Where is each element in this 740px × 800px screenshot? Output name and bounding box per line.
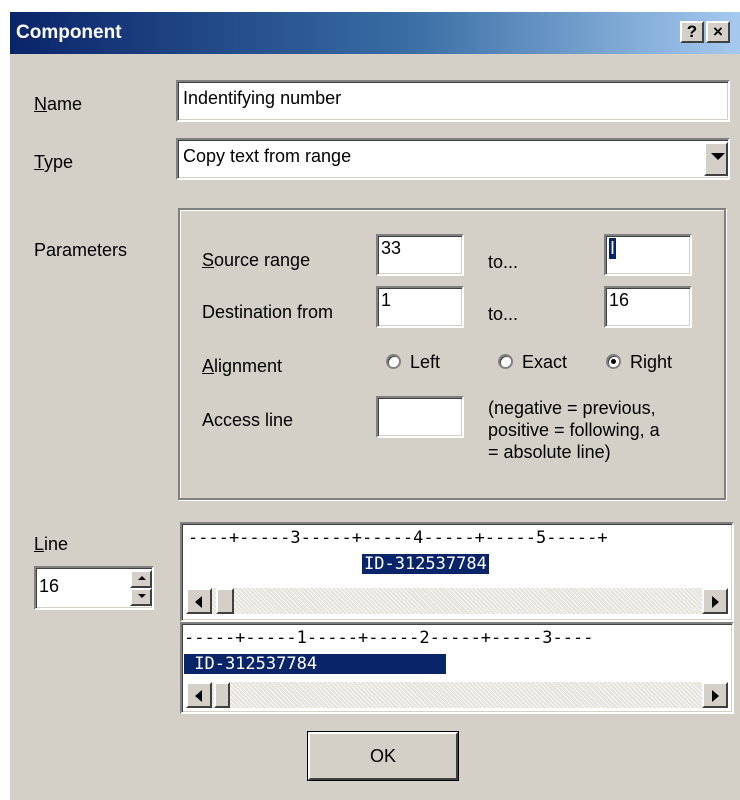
radio-left-label: Left <box>410 352 441 372</box>
destination-to-label: to... <box>488 304 519 324</box>
dialog-title: Component <box>16 22 122 43</box>
component-dialog: Component ? × Name Indentifying number T… <box>8 10 740 800</box>
selection-top[interactable]: ID-312537784 <box>362 554 489 574</box>
spin-down-button[interactable] <box>130 588 152 606</box>
scroll-left-button-bottom[interactable] <box>186 682 212 708</box>
close-button[interactable]: × <box>706 21 730 43</box>
access-line-label: Access line <box>202 410 294 430</box>
title-bar[interactable]: Component ? × <box>10 12 740 54</box>
chevron-down-icon <box>711 153 725 160</box>
source-from-input[interactable]: 33 <box>376 234 464 276</box>
preview-top-pane: ----+-----3-----+-----4-----+-----5-----… <box>180 522 734 622</box>
radio-right-label: Right <box>630 352 673 372</box>
source-to-label: to... <box>488 252 519 272</box>
scrollbar-top[interactable] <box>186 588 728 614</box>
type-select[interactable]: Copy text from range <box>176 138 730 180</box>
arrow-left-icon <box>195 690 202 702</box>
arrow-left-icon <box>195 596 202 608</box>
dropdown-button[interactable] <box>704 142 728 176</box>
access-line-input[interactable] <box>376 396 464 438</box>
selection-bottom[interactable]: ID-312537784 <box>184 654 446 674</box>
scroll-thumb-bottom[interactable] <box>214 682 230 708</box>
destination-from-input[interactable]: 1 <box>376 286 464 328</box>
arrow-down-icon <box>138 594 146 598</box>
line-spinner[interactable]: 16 <box>34 566 154 610</box>
source-to-input[interactable]: I <box>604 234 692 276</box>
parameters-label: Parameters <box>34 240 128 260</box>
ruler-top: ----+-----3-----+-----4-----+-----5-----… <box>188 528 608 548</box>
spin-up-button[interactable] <box>130 570 152 588</box>
scroll-left-button-top[interactable] <box>186 588 212 614</box>
ok-button[interactable]: OK <box>307 731 459 781</box>
preview-bottom-pane: -----+-----1-----+-----2-----+-----3----… <box>180 622 734 714</box>
destination-label: Destination from <box>202 302 334 322</box>
scroll-right-button-bottom[interactable] <box>702 682 728 708</box>
line-label: Line <box>34 534 69 554</box>
radio-selected-dot <box>611 359 616 364</box>
access-line-note-2: positive = following, a <box>488 420 660 440</box>
name-value: Indentifying number <box>183 88 342 108</box>
radio-exact[interactable] <box>498 354 513 369</box>
access-line-note-3: = absolute line) <box>488 442 611 462</box>
scrollbar-bottom[interactable] <box>186 682 728 708</box>
type-value: Copy text from range <box>183 146 352 166</box>
help-button[interactable]: ? <box>680 21 704 43</box>
alignment-label: Alignment <box>202 356 283 376</box>
access-line-note-1: (negative = previous, <box>488 398 656 418</box>
destination-to-input[interactable]: 16 <box>604 286 692 328</box>
ok-button-label: OK <box>369 746 396 766</box>
radio-exact-label: Exact <box>522 352 568 372</box>
radio-right[interactable] <box>606 354 621 369</box>
line-value: 16 <box>39 576 60 596</box>
scroll-right-button-top[interactable] <box>702 588 728 614</box>
arrow-right-icon <box>712 690 719 702</box>
radio-left[interactable] <box>386 354 401 369</box>
scroll-thumb-top[interactable] <box>216 588 234 614</box>
ruler-bottom: -----+-----1-----+-----2-----+-----3---- <box>184 628 594 648</box>
arrow-up-icon <box>138 576 146 580</box>
name-input[interactable]: Indentifying number <box>176 80 730 122</box>
name-label: Name <box>34 94 83 114</box>
type-label: Type <box>34 152 74 172</box>
source-range-label: Source range <box>202 250 311 270</box>
arrow-right-icon <box>712 596 719 608</box>
